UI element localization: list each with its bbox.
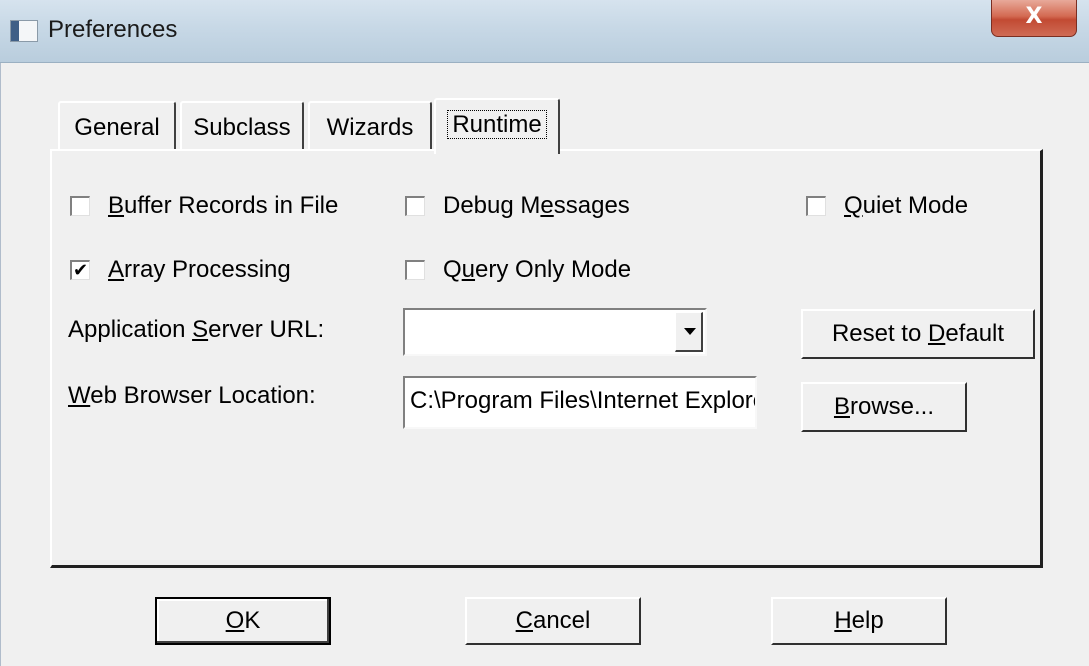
- tab-wizards[interactable]: Wizards: [308, 101, 432, 149]
- checkbox-label: Quiet Mode: [844, 192, 969, 219]
- debug-messages-checkbox[interactable]: Debug Messages: [405, 192, 630, 220]
- query-only-mode-checkbox[interactable]: Query Only Mode: [405, 256, 631, 284]
- ok-button[interactable]: OK: [155, 597, 331, 645]
- tab-runtime[interactable]: Runtime: [434, 98, 560, 154]
- web-browser-location-field[interactable]: C:\Program Files\Internet Explore: [403, 376, 757, 429]
- tab-general[interactable]: General: [58, 101, 176, 149]
- tab-label: General: [74, 114, 160, 141]
- close-icon: X: [1025, 4, 1043, 29]
- checkbox-label: Query Only Mode: [443, 256, 632, 283]
- title-bar[interactable]: Preferences X: [0, 0, 1089, 63]
- app-server-url-label: Application Server URL:: [68, 316, 325, 343]
- reset-to-default-button[interactable]: Reset to Default: [801, 309, 1035, 359]
- checkbox-label: Debug Messages: [443, 192, 630, 219]
- help-button[interactable]: Help: [771, 597, 947, 645]
- app-server-url-combobox[interactable]: [403, 308, 707, 356]
- tab-label: Runtime: [447, 110, 547, 139]
- tab-subclass[interactable]: Subclass: [180, 101, 304, 149]
- quiet-mode-checkbox[interactable]: Quiet Mode: [806, 192, 968, 220]
- buffer-records-checkbox[interactable]: Buffer Records in File: [70, 192, 338, 220]
- app-icon: [10, 20, 38, 42]
- chevron-down-icon[interactable]: [675, 312, 703, 352]
- tab-label: Wizards: [326, 114, 414, 141]
- browse-button[interactable]: Browse...: [801, 382, 967, 432]
- checkbox-box[interactable]: [405, 260, 425, 280]
- checkbox-box[interactable]: ✔: [70, 260, 90, 280]
- window-title: Preferences: [48, 16, 178, 43]
- checkbox-label: Buffer Records in File: [108, 192, 339, 219]
- checkbox-box[interactable]: [806, 196, 826, 216]
- checkbox-label: Array Processing: [108, 256, 291, 283]
- checkbox-box[interactable]: [70, 196, 90, 216]
- cancel-button[interactable]: Cancel: [465, 597, 641, 645]
- close-button[interactable]: X: [991, 0, 1077, 37]
- checkbox-box[interactable]: [405, 196, 425, 216]
- array-processing-checkbox[interactable]: ✔ Array Processing: [70, 256, 291, 284]
- web-browser-location-label: Web Browser Location:: [68, 382, 316, 409]
- tab-label: Subclass: [193, 114, 291, 141]
- checkmark-icon: ✔: [72, 260, 89, 281]
